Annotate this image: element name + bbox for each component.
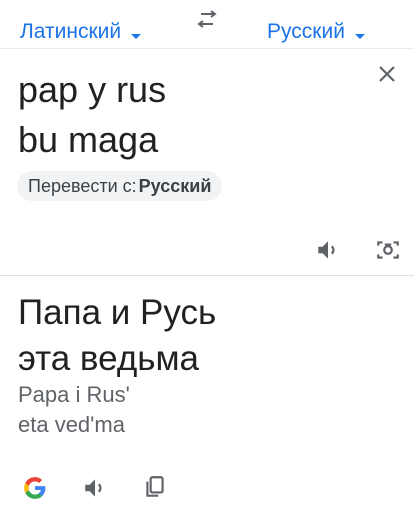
source-panel: pap y rus bu maga Перевести с: Русский: [0, 49, 414, 275]
language-bar: Латинский Русский: [0, 0, 414, 49]
google-logo-icon[interactable]: [22, 475, 48, 501]
close-icon[interactable]: [376, 63, 398, 85]
copy-icon[interactable]: [142, 474, 168, 500]
source-language-label: Латинский: [20, 20, 122, 43]
chevron-down-icon: [354, 33, 365, 39]
detect-prefix: Перевести с:: [28, 175, 137, 196]
swap-languages-icon[interactable]: [195, 10, 219, 30]
speaker-icon[interactable]: [82, 475, 108, 501]
target-language-selector[interactable]: Русский: [267, 20, 365, 44]
detected-language-chip[interactable]: Перевести с: Русский: [17, 171, 223, 201]
camera-icon[interactable]: [375, 237, 401, 263]
translation-line: эта ведьма: [18, 339, 199, 378]
source-text-input[interactable]: pap y rus bu maga: [18, 65, 166, 165]
transliteration-line: Papa i Rus': [18, 382, 130, 407]
translation-panel: Папа и Русь эта ведьма Papa i Rus' eta v…: [0, 275, 414, 525]
detected-language: Русский: [138, 175, 212, 196]
translation-text: Папа и Русь эта ведьма: [18, 290, 216, 382]
speaker-icon[interactable]: [315, 237, 341, 263]
transliteration: Papa i Rus' eta ved'ma: [18, 380, 130, 440]
transliteration-line: eta ved'ma: [18, 412, 125, 437]
target-language-label: Русский: [267, 20, 345, 43]
translation-line: Папа и Русь: [18, 293, 217, 332]
chevron-down-icon: [131, 33, 142, 39]
source-language-selector[interactable]: Латинский: [20, 20, 142, 44]
